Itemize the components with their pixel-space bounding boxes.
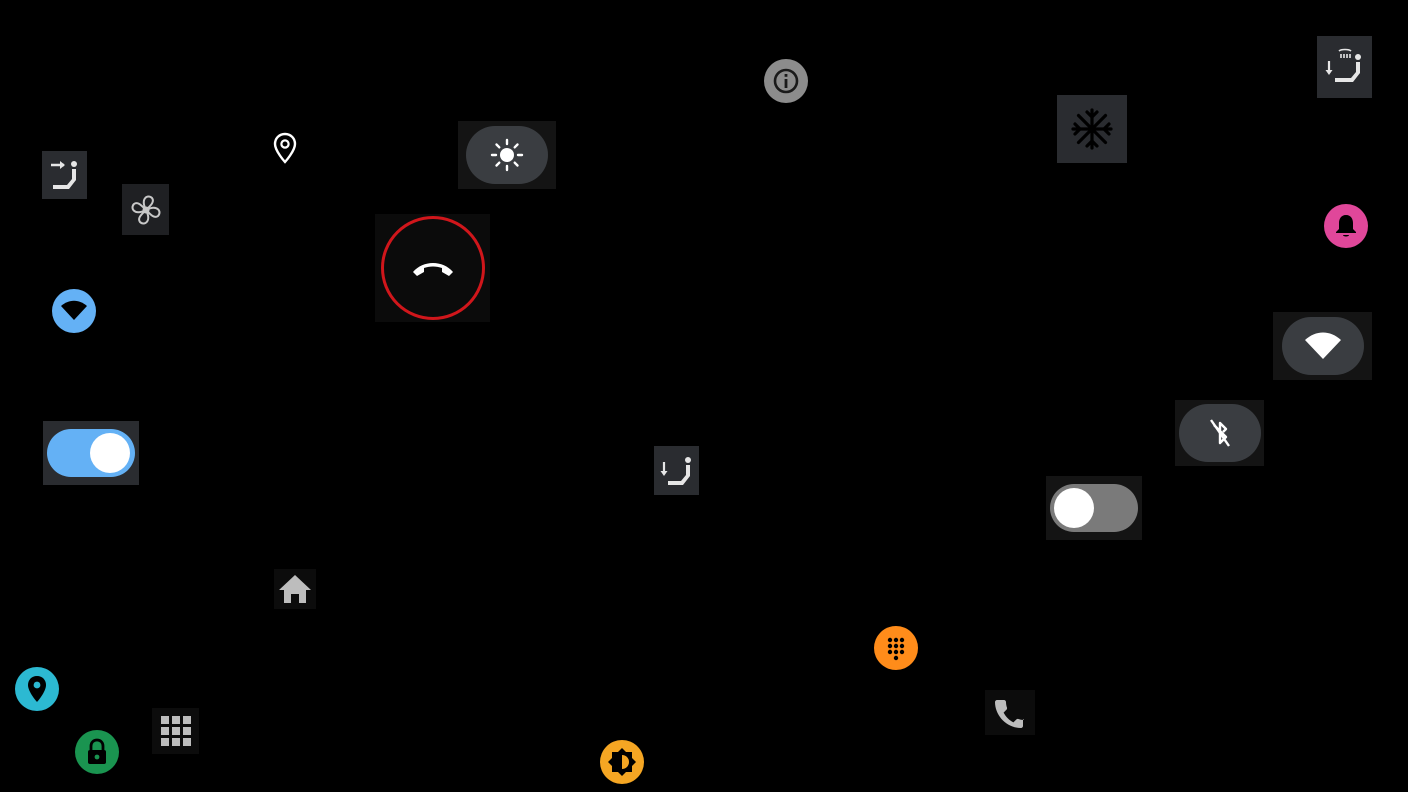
phone-hangup-icon <box>412 263 453 276</box>
dialpad-button[interactable] <box>874 626 918 670</box>
location-pin-button[interactable] <box>268 128 302 168</box>
toggle-on-container <box>43 421 139 485</box>
toggle-off-switch[interactable] <box>1050 484 1138 532</box>
lock-button[interactable] <box>75 730 119 774</box>
brightness-button[interactable] <box>466 126 548 184</box>
notification-bell-button[interactable] <box>1324 204 1368 248</box>
seat-recline-icon <box>660 456 691 485</box>
toggle-knob <box>1054 488 1094 528</box>
toggle-on-switch[interactable] <box>47 429 135 477</box>
wifi-icon <box>1304 332 1341 359</box>
phone-button[interactable] <box>985 690 1035 735</box>
brightness-auto-icon <box>608 748 636 776</box>
info-button[interactable] <box>764 59 808 103</box>
sun-icon <box>490 138 524 172</box>
toggle-knob <box>90 433 130 473</box>
end-call-button[interactable] <box>380 216 485 320</box>
auto-brightness-button[interactable] <box>600 740 644 784</box>
lock-icon <box>88 738 106 764</box>
navigation-pin-button[interactable] <box>15 667 59 711</box>
phone-icon <box>995 699 1024 728</box>
dialpad-icon <box>887 637 905 661</box>
snowflake-icon <box>1071 108 1113 150</box>
wifi-pill-container <box>1273 312 1372 380</box>
seat-forward-icon <box>50 161 77 189</box>
apps-grid-icon <box>160 716 191 746</box>
bluetooth-off-icon <box>1209 419 1230 447</box>
bluetooth-off-button[interactable] <box>1178 404 1261 462</box>
brightness-button-container <box>458 121 556 189</box>
seat-heat-down-button[interactable] <box>1317 36 1372 98</box>
location-pin-icon <box>273 132 297 164</box>
bell-icon <box>1336 215 1356 237</box>
seat-forward-button[interactable] <box>42 151 87 199</box>
seat-heat-down-icon <box>1325 48 1361 82</box>
home-button[interactable] <box>274 569 316 609</box>
fan-button[interactable] <box>122 184 169 235</box>
end-call-container <box>375 214 490 322</box>
ac-snowflake-button[interactable] <box>1057 95 1127 163</box>
wifi-icon <box>61 300 87 320</box>
fan-icon <box>131 195 160 224</box>
seat-recline-button[interactable] <box>654 446 699 495</box>
location-pin-icon <box>28 676 46 702</box>
toggle-off-container <box>1046 476 1142 540</box>
info-icon <box>773 68 799 94</box>
bluetooth-container <box>1175 400 1264 466</box>
home-icon <box>279 575 311 603</box>
wifi-badge-button[interactable] <box>52 289 96 333</box>
app-grid-button[interactable] <box>152 708 199 754</box>
wifi-pill-button[interactable] <box>1281 317 1364 375</box>
